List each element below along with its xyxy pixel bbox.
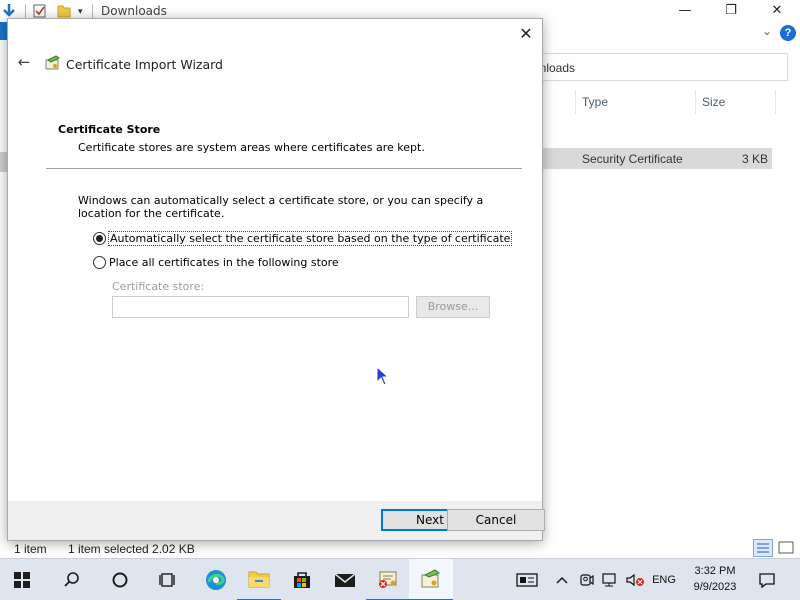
maximize-button[interactable]: ❐	[708, 0, 754, 22]
file-list-row[interactable]: Security Certificate 3 KB	[540, 148, 772, 169]
back-arrow-icon[interactable]: ←	[14, 52, 34, 72]
certificate-store-field[interactable]	[112, 296, 409, 318]
item-count: 1 item	[14, 542, 47, 556]
input-language-indicator[interactable]: ENG	[648, 559, 680, 600]
mail-icon[interactable]	[323, 559, 367, 600]
clock-date: 9/9/2023	[693, 581, 737, 593]
details-view-icon[interactable]	[753, 539, 773, 557]
toolbar-divider	[25, 4, 26, 18]
network-icon[interactable]	[600, 559, 620, 600]
taskbar: ENG 3:32 PM 9/9/2023	[0, 558, 800, 600]
column-header-type[interactable]: Type	[582, 95, 608, 109]
certificate-store-label: Certificate store:	[112, 280, 205, 293]
new-folder-icon[interactable]	[57, 3, 71, 19]
page-subtitle: Certificate stores are system areas wher…	[78, 141, 425, 154]
search-box[interactable]: wnloads	[522, 53, 788, 81]
selection-info: 1 item selected 2.02 KB	[68, 542, 195, 556]
toolbar-divider	[92, 4, 93, 18]
properties-icon[interactable]	[33, 3, 47, 19]
expand-ribbon-icon[interactable]: ⌄	[762, 24, 772, 38]
start-icon[interactable]	[0, 559, 44, 600]
minimize-button[interactable]: —	[662, 0, 708, 22]
close-button[interactable]: ✕	[754, 0, 800, 22]
column-header-size[interactable]: Size	[702, 95, 725, 109]
edge-icon[interactable]	[194, 559, 238, 600]
browse-button[interactable]: Browse...	[416, 296, 490, 318]
certificate-wizard-icon	[44, 55, 62, 71]
cancel-button[interactable]: Cancel	[447, 509, 545, 531]
meet-now-icon[interactable]	[577, 559, 597, 600]
intro-text: Windows can automatically select a certi…	[78, 194, 484, 220]
place-in-store-radio[interactable]	[93, 256, 106, 269]
place-in-store-label[interactable]: Place all certificates in the following …	[109, 256, 339, 269]
store-icon[interactable]	[280, 559, 324, 600]
dialog-footer: Next Cancel	[8, 501, 545, 540]
auto-select-store-label[interactable]: Automatically select the certificate sto…	[108, 231, 513, 246]
certificate-wizard-icon[interactable]	[409, 559, 453, 600]
clock[interactable]: 3:32 PM 9/9/2023	[684, 563, 746, 595]
news-widget-icon[interactable]	[513, 559, 541, 600]
certificate-import-wizard-dialog: ✕ ← Certificate Import Wizard Certificat…	[7, 18, 545, 541]
search-icon[interactable]	[50, 559, 94, 600]
file-size-cell: 3 KB	[741, 152, 768, 166]
cortana-icon[interactable]	[98, 559, 142, 600]
task-view-icon[interactable]	[146, 559, 190, 600]
header-divider	[46, 168, 522, 169]
close-icon[interactable]: ✕	[513, 23, 539, 45]
volume-muted-icon[interactable]	[624, 559, 646, 600]
auto-select-store-radio[interactable]	[93, 232, 106, 245]
download-arrow-icon[interactable]	[0, 3, 18, 19]
file-explorer-icon[interactable]	[237, 559, 281, 600]
help-icon[interactable]: ?	[780, 25, 796, 41]
explorer-window-title: Downloads	[101, 4, 167, 18]
mouse-pointer-icon	[376, 366, 390, 386]
action-center-icon[interactable]	[752, 559, 782, 600]
file-type-cell: Security Certificate	[582, 152, 683, 166]
column-divider[interactable]	[695, 90, 696, 114]
page-heading: Certificate Store	[58, 123, 161, 136]
show-hidden-icons-chevron-icon[interactable]	[552, 559, 572, 600]
large-icons-view-icon[interactable]	[776, 539, 796, 557]
status-bar: 1 item 1 item selected 2.02 KB	[0, 538, 800, 558]
wizard-title: Certificate Import Wizard	[66, 57, 223, 72]
certificate-manager-icon[interactable]	[366, 559, 410, 600]
column-divider[interactable]	[575, 90, 576, 114]
clock-time: 3:32 PM	[694, 565, 736, 577]
column-divider[interactable]	[775, 90, 776, 114]
